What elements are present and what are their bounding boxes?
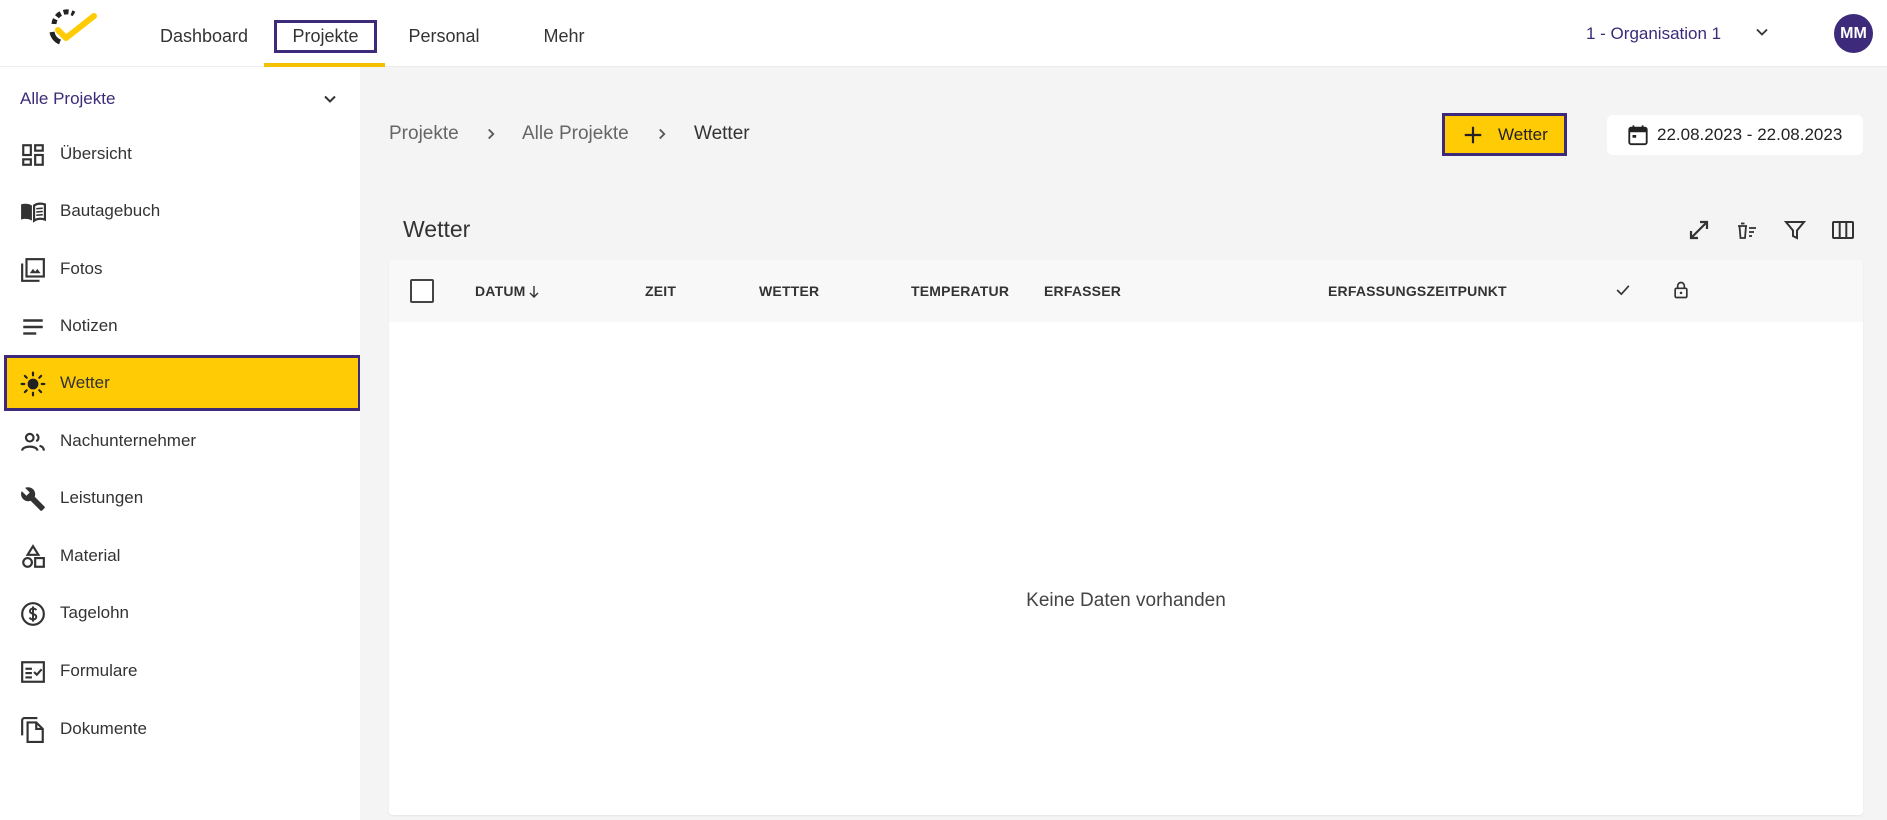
project-select[interactable]: Alle Projekte [20, 85, 340, 113]
sidebar-item-label: Wetter [60, 373, 110, 392]
people-icon [21, 432, 45, 452]
columns-icon[interactable] [1831, 218, 1855, 242]
table-title: Wetter [403, 216, 471, 242]
sun-icon [20, 371, 46, 397]
nav-personal[interactable]: Personal [400, 20, 488, 53]
lock-icon[interactable] [1671, 280, 1691, 300]
column-header-temperatur[interactable]: TEMPERATUR [911, 260, 1009, 322]
book-icon [21, 202, 46, 223]
chevron-down-icon[interactable] [1752, 22, 1772, 42]
app-logo[interactable] [44, 8, 100, 52]
sidebar-item-label: Übersicht [60, 144, 132, 163]
sidebar-item-label: Dokumente [60, 719, 147, 738]
top-navigation-bar: Dashboard Projekte Personal Mehr 1 - Org… [0, 0, 1887, 67]
sidebar-item-material[interactable]: Material [4, 528, 361, 584]
breadcrumb-projekte[interactable]: Projekte [389, 120, 459, 148]
dollar-icon [21, 602, 45, 626]
chevron-right-icon [659, 128, 666, 140]
sidebar-item-notizen[interactable]: Notizen [4, 298, 361, 354]
column-header-label: DATUM [475, 283, 526, 299]
notes-icon [23, 319, 43, 335]
data-table: DATUM ZEIT WETTER TEMPERATUR ERFASSER ER… [389, 260, 1863, 815]
clear-sort-icon[interactable] [1735, 218, 1759, 242]
wrench-icon [21, 487, 45, 511]
sidebar-item-bautagebuch[interactable]: Bautagebuch [4, 183, 361, 239]
sidebar-item-label: Notizen [60, 316, 118, 335]
checklist-icon [21, 661, 45, 683]
column-header-erfasser[interactable]: ERFASSER [1044, 260, 1121, 322]
main-content: Projekte Alle Projekte Wetter Wetter 22.… [360, 67, 1887, 820]
sidebar-item-dokumente[interactable]: Dokumente [4, 701, 361, 757]
photos-icon [21, 258, 45, 282]
sidebar-item-fotos[interactable]: Fotos [4, 241, 361, 297]
check-icon[interactable] [1613, 280, 1633, 300]
nav-dashboard[interactable]: Dashboard [152, 20, 256, 53]
chevron-right-icon [488, 128, 495, 140]
sidebar-item-label: Material [60, 546, 121, 565]
sidebar-item-label: Bautagebuch [60, 201, 161, 220]
documents-icon [21, 717, 44, 743]
chevron-down-icon [324, 95, 336, 103]
sidebar-item-wetter[interactable]: Wetter [4, 355, 361, 411]
dashboard-icon [22, 144, 44, 166]
organisation-selector[interactable]: 1 - Organisation 1 [1586, 20, 1721, 48]
user-avatar[interactable]: MM [1834, 14, 1873, 53]
column-header-erfassungszeitpunkt[interactable]: ERFASSUNGSZEITPUNKT [1328, 260, 1507, 322]
add-wetter-button[interactable]: Wetter [1442, 113, 1567, 156]
sidebar-item-label: Formulare [60, 661, 138, 680]
sidebar: Alle Projekte Übersicht Bautagebuch Foto… [0, 67, 361, 820]
column-header-datum[interactable]: DATUM [475, 260, 540, 322]
sidebar-item-label: Tagelohn [60, 603, 130, 622]
nav-projekte[interactable]: Projekte [274, 20, 377, 53]
project-select-label: Alle Projekte [20, 89, 116, 108]
breadcrumb-current: Wetter [694, 123, 750, 144]
sidebar-item-tagelohn[interactable]: Tagelohn [4, 585, 361, 641]
empty-state-message: Keine Daten vorhanden [1026, 590, 1226, 611]
plus-icon [1464, 126, 1482, 144]
select-all-checkbox[interactable] [410, 279, 434, 303]
sidebar-item-formulare[interactable]: Formulare [4, 643, 361, 699]
sidebar-item-label: Nachunternehmer [60, 431, 197, 450]
date-range-picker[interactable]: 22.08.2023 - 22.08.2023 [1607, 115, 1863, 155]
sidebar-item-uebersicht[interactable]: Übersicht [4, 126, 361, 182]
column-header-zeit[interactable]: ZEIT [645, 260, 676, 322]
filter-icon[interactable] [1783, 218, 1807, 242]
nav-mehr[interactable]: Mehr [534, 20, 594, 53]
sidebar-item-label: Fotos [60, 259, 103, 278]
add-button-label: Wetter [1498, 125, 1548, 144]
breadcrumb-alle-projekte[interactable]: Alle Projekte [522, 120, 629, 148]
sidebar-item-label: Leistungen [60, 488, 144, 507]
column-header-wetter[interactable]: WETTER [759, 260, 819, 322]
sidebar-item-nachunternehmer[interactable]: Nachunternehmer [4, 413, 361, 469]
fullscreen-icon[interactable] [1687, 218, 1711, 242]
calendar-icon [1628, 125, 1648, 146]
shapes-icon [22, 544, 45, 568]
table-header: DATUM ZEIT WETTER TEMPERATUR ERFASSER ER… [389, 260, 1863, 322]
sidebar-item-leistungen[interactable]: Leistungen [4, 470, 361, 526]
date-range-label: 22.08.2023 - 22.08.2023 [1657, 125, 1843, 144]
arrow-down-icon [529, 286, 539, 299]
